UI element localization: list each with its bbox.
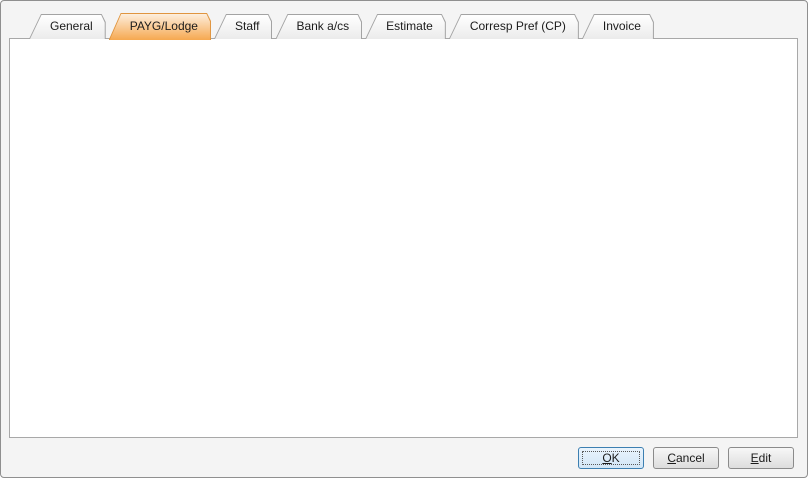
tab-invoice[interactable]: Invoice: [582, 14, 654, 39]
tab-payg-lodge[interactable]: PAYG/Lodge: [109, 13, 211, 40]
tab-label: Staff: [235, 19, 259, 33]
edit-button[interactable]: Edit: [728, 447, 794, 469]
payg-lodge-dialog: General PAYG/Lodge Staff Bank a/cs Estim…: [0, 0, 808, 478]
tab-label: Corresp Pref (CP): [470, 19, 566, 33]
button-label: K: [612, 451, 620, 465]
tab-label: Invoice: [603, 19, 641, 33]
button-accesskey: C: [667, 451, 676, 465]
tab-label: PAYG/Lodge: [130, 19, 198, 33]
button-label: ancel: [676, 451, 705, 465]
cancel-button[interactable]: Cancel: [653, 447, 719, 469]
button-label: dit: [759, 451, 772, 465]
button-accesskey: E: [751, 451, 759, 465]
tab-label: General: [50, 19, 93, 33]
button-accesskey: O: [602, 451, 611, 465]
tab-bar: General PAYG/Lodge Staff Bank a/cs Estim…: [29, 12, 654, 39]
tab-estimate[interactable]: Estimate: [365, 14, 446, 39]
tab-general[interactable]: General: [29, 14, 106, 39]
tab-label: Estimate: [386, 19, 433, 33]
ok-button[interactable]: OK: [578, 447, 644, 469]
tab-page-panel: [9, 38, 798, 438]
tab-label: Bank a/cs: [296, 19, 349, 33]
tab-corresp-pref[interactable]: Corresp Pref (CP): [449, 14, 579, 39]
tab-staff[interactable]: Staff: [214, 14, 272, 39]
tab-bank-accounts[interactable]: Bank a/cs: [275, 14, 362, 39]
